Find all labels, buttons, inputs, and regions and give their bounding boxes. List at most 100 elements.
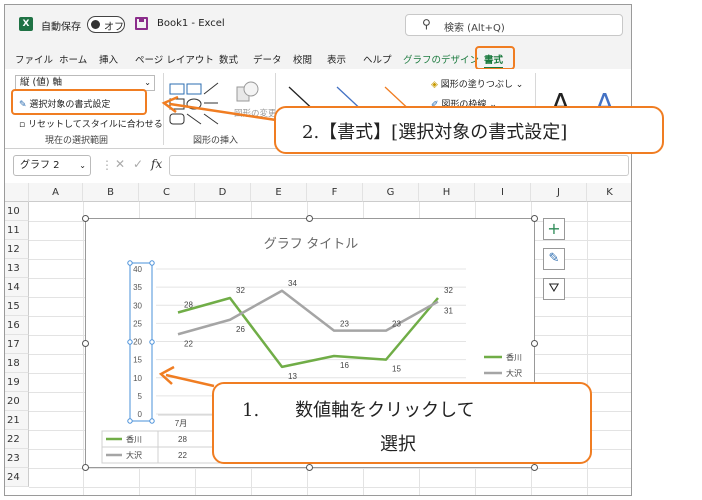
resize-handle[interactable]: [531, 464, 538, 471]
tab-review[interactable]: 校閲: [293, 52, 312, 66]
axis-selection-handle: [149, 418, 155, 424]
resize-handle[interactable]: [82, 215, 89, 222]
data-table-series-name: 香川: [126, 434, 142, 444]
row-header-12[interactable]: 12: [5, 240, 29, 259]
dropdown-value: 縦 (値) 軸: [20, 77, 62, 88]
data-label: 32: [444, 286, 453, 295]
resize-handle[interactable]: [82, 340, 89, 347]
filter-icon: ⛛: [548, 281, 560, 296]
tab-formulas[interactable]: 数式: [219, 52, 238, 66]
cancel-icon[interactable]: ✕: [115, 157, 125, 171]
series-line-1: [177, 296, 439, 369]
chart-title: グラフ タイトル: [264, 236, 359, 251]
col-header-g[interactable]: G: [363, 183, 419, 202]
row-header-23[interactable]: 23: [5, 449, 29, 468]
row-header-22[interactable]: 22: [5, 430, 29, 449]
row-header-11[interactable]: 11: [5, 221, 29, 240]
search-placeholder: 検索 (Alt+Q): [444, 23, 505, 34]
name-box-value: グラフ 2: [20, 160, 60, 171]
autosave-toggle[interactable]: オフ: [87, 16, 125, 33]
toggle-label: オフ: [104, 22, 124, 33]
callout-step-1: 1. 数値軸をクリックして 選択: [212, 382, 592, 464]
legend-label: 大沢: [506, 368, 522, 378]
tab-chart-design[interactable]: グラフのデザイン: [403, 52, 479, 66]
format-selection-highlight: [11, 89, 147, 115]
row-header-18[interactable]: 18: [5, 354, 29, 373]
row-header-24[interactable]: 24: [5, 468, 29, 487]
data-label: 23: [392, 320, 401, 329]
callout-step-1-line-1: 1. 数値軸をクリックして: [242, 400, 475, 421]
row-header-17[interactable]: 17: [5, 335, 29, 354]
axis-selection-handle: [149, 339, 155, 345]
formula-input[interactable]: [169, 155, 629, 176]
grid-line: [29, 487, 631, 488]
row-header-14[interactable]: 14: [5, 278, 29, 297]
y-tick-label: 40: [133, 265, 142, 274]
col-header-i[interactable]: I: [475, 183, 531, 202]
tab-home[interactable]: ホーム: [59, 52, 87, 66]
col-header-a[interactable]: A: [29, 183, 83, 202]
ribbon-tabs: ファイル ホーム 挿入 ページ レイアウト 数式 データ 校閲 表示 ヘルプ グ…: [5, 43, 631, 69]
name-box[interactable]: グラフ 2 ⌄: [13, 155, 91, 176]
toggle-knob: [91, 20, 100, 29]
enter-icon[interactable]: ✓: [133, 157, 143, 171]
tab-view[interactable]: 表示: [327, 52, 346, 66]
select-all-corner[interactable]: [5, 183, 29, 202]
chevron-down-icon: ⌄: [144, 78, 151, 87]
tab-insert[interactable]: 挿入: [99, 52, 118, 66]
row-header-19[interactable]: 19: [5, 373, 29, 392]
save-icon[interactable]: [135, 17, 148, 30]
chart-elements-button[interactable]: +: [543, 218, 565, 240]
row-header-13[interactable]: 13: [5, 259, 29, 278]
y-tick-label: 35: [133, 283, 142, 292]
chart-styles-button[interactable]: ✎: [543, 248, 565, 270]
arrow-step-1: [158, 365, 215, 388]
tab-data[interactable]: データ: [253, 52, 282, 66]
document-title: Book1 - Excel: [157, 18, 225, 29]
axis-selection-handle: [127, 260, 133, 266]
callout-step-1-line-2: 選択: [380, 434, 416, 455]
axis-selection-handle: [127, 418, 133, 424]
col-header-d[interactable]: D: [195, 183, 251, 202]
data-label: 32: [236, 286, 245, 295]
chevron-down-icon: ⌄: [515, 80, 524, 90]
resize-handle[interactable]: [306, 215, 313, 222]
chart-filters-button[interactable]: ⛛: [543, 278, 565, 300]
data-label: 28: [184, 301, 193, 310]
col-header-k[interactable]: K: [587, 183, 631, 202]
tab-page-layout[interactable]: ページ レイアウト: [135, 52, 214, 66]
row-header-20[interactable]: 20: [5, 392, 29, 411]
paint-bucket-icon: ◈: [431, 80, 438, 90]
data-label: 15: [392, 365, 401, 374]
row-header-21[interactable]: 21: [5, 411, 29, 430]
col-header-e[interactable]: E: [251, 183, 307, 202]
search-box[interactable]: ⚲ 検索 (Alt+Q): [405, 14, 623, 36]
col-header-c[interactable]: C: [139, 183, 195, 202]
data-table-value: 22: [178, 451, 187, 460]
reset-style-button[interactable]: ▫ リセットしてスタイルに合わせる: [19, 117, 163, 130]
reset-icon: ▫: [19, 120, 26, 130]
fx-icon[interactable]: fx: [151, 157, 162, 171]
tab-file[interactable]: ファイル: [15, 52, 53, 66]
col-header-b[interactable]: B: [83, 183, 139, 202]
col-header-h[interactable]: H: [419, 183, 475, 202]
resize-handle[interactable]: [82, 464, 89, 471]
shape-fill-label: 図形の塗りつぶし: [440, 80, 513, 90]
brush-icon: ✎: [548, 251, 560, 266]
resize-handle[interactable]: [306, 464, 313, 471]
chevron-down-icon: ⌄: [79, 161, 86, 170]
shape-fill-button[interactable]: ◈ 図形の塗りつぶし ⌄: [431, 77, 523, 90]
legend-label: 香川: [506, 352, 522, 362]
row-header-10[interactable]: 10: [5, 202, 29, 221]
row-header-16[interactable]: 16: [5, 316, 29, 335]
col-header-f[interactable]: F: [307, 183, 363, 202]
row-header-15[interactable]: 15: [5, 297, 29, 316]
formula-buttons: ⋮ ✕ ✓ fx: [97, 155, 169, 176]
data-table-value: 28: [178, 435, 187, 444]
reset-style-label: リセットしてスタイルに合わせる: [27, 120, 163, 130]
resize-handle[interactable]: [531, 215, 538, 222]
tab-help[interactable]: ヘルプ: [363, 52, 392, 66]
resize-handle[interactable]: [531, 340, 538, 347]
col-header-j[interactable]: J: [531, 183, 587, 202]
data-label: 13: [288, 372, 297, 381]
